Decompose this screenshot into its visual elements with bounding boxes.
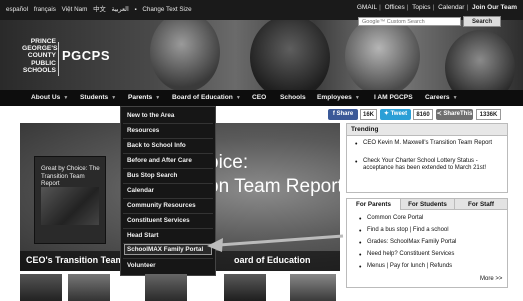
- report-cover-photo: [41, 187, 99, 225]
- calendar-link[interactable]: Calendar: [438, 4, 464, 11]
- menu-item-constituent-services[interactable]: Constituent Services: [127, 217, 190, 224]
- menu-item-volunteer[interactable]: Volunteer: [127, 262, 156, 269]
- lang-link-es[interactable]: español: [6, 6, 28, 13]
- banner-student-photo: [150, 20, 220, 90]
- trending-item[interactable]: CEO Kevin M. Maxwell's Transition Team R…: [363, 140, 505, 147]
- search-button[interactable]: Search: [463, 16, 501, 27]
- facebook-share-count: 16K: [360, 109, 377, 120]
- pgcps-logo[interactable]: PRINCE GEORGE'S COUNTY PUBLIC SCHOOLS PG…: [22, 38, 132, 83]
- bullet-icon: •: [359, 264, 362, 271]
- nav-schools[interactable]: Schools: [280, 94, 306, 101]
- nav-board-of-education[interactable]: Board of Education ▼: [172, 94, 241, 101]
- tweet-button[interactable]: ✦ Tweet: [380, 109, 411, 120]
- menu-item-calendar[interactable]: Calendar: [127, 187, 154, 194]
- trending-panel: Trending • CEO Kevin M. Maxwell's Transi…: [346, 123, 508, 193]
- menu-item-new-to-the-area[interactable]: New to the Area: [127, 112, 174, 119]
- tab-for-staff[interactable]: For Staff: [455, 199, 507, 210]
- report-cover-title: Great by Choice: The Transition Team Rep…: [41, 165, 100, 187]
- topics-link[interactable]: Topics: [412, 4, 430, 11]
- trending-header: Trending: [347, 124, 507, 136]
- menu-item-community-resources[interactable]: Community Resources: [127, 202, 196, 209]
- link-grades-schoolmax[interactable]: Grades: SchoolMax Family Portal: [367, 239, 456, 245]
- slide-thumbnail[interactable]: [20, 274, 62, 301]
- offices-link[interactable]: Offices: [385, 4, 405, 11]
- bullet-icon: •: [359, 216, 362, 223]
- bullet-icon: •: [355, 141, 358, 148]
- language-links: español français Việt Nam 中文 العربية ▪ C…: [6, 4, 196, 13]
- link-constituent-services[interactable]: Need help? Constituent Services: [367, 251, 454, 257]
- chevron-down-icon: ▼: [63, 95, 69, 101]
- nav-parents[interactable]: Parents ▼: [128, 94, 160, 101]
- lang-link-zh[interactable]: 中文: [93, 6, 106, 13]
- menu-item-before-after-care[interactable]: Before and After Care: [127, 157, 192, 164]
- gmail-link[interactable]: GMAIL: [357, 4, 377, 11]
- chevron-down-icon: ▼: [155, 95, 161, 101]
- menu-item-back-to-school-info[interactable]: Back to School Info: [127, 142, 186, 149]
- bullet-icon: •: [355, 159, 358, 166]
- menu-item-schoolmax-family-portal[interactable]: SchoolMAX Family Portal: [127, 246, 203, 253]
- bullet-icon: •: [359, 252, 362, 259]
- slide-thumbnail[interactable]: [145, 274, 187, 301]
- search-input[interactable]: Google™ Custom Search: [358, 17, 461, 26]
- hero-caption-secondary[interactable]: oard of Education: [234, 255, 311, 265]
- nav-careers[interactable]: Careers ▼: [425, 94, 458, 101]
- trending-item[interactable]: Check Your Charter School Lottery Status…: [363, 158, 505, 173]
- slide-thumbnail[interactable]: [290, 274, 336, 301]
- nav-ceo[interactable]: CEO: [252, 94, 266, 101]
- tab-for-students[interactable]: For Students: [401, 199, 455, 210]
- text-size-icon[interactable]: ▪: [134, 7, 136, 13]
- bullet-icon: •: [359, 240, 362, 247]
- sharethis-count: 1336K: [476, 109, 501, 120]
- more-link[interactable]: More >>: [480, 276, 502, 282]
- report-cover-image: Great by Choice: The Transition Team Rep…: [34, 156, 106, 244]
- chevron-down-icon: ▼: [111, 95, 117, 101]
- menu-item-resources[interactable]: Resources: [127, 127, 159, 134]
- sharethis-button[interactable]: ≺ ShareThis: [436, 109, 473, 120]
- chevron-down-icon: ▼: [452, 95, 458, 101]
- banner-student-photo: [345, 20, 420, 90]
- lang-link-fr[interactable]: français: [34, 6, 56, 13]
- hero-headline: oice: on Team Report: [208, 152, 340, 197]
- tab-for-parents[interactable]: For Parents: [347, 199, 401, 210]
- bullet-icon: •: [359, 228, 362, 235]
- menu-item-head-start[interactable]: Head Start: [127, 232, 159, 239]
- join-our-team-link[interactable]: Join Our Team: [472, 4, 517, 11]
- logo-divider: [58, 42, 59, 76]
- parents-dropdown-menu: New to the Area Resources Back to School…: [120, 106, 216, 276]
- audience-tabs-panel: For Parents For Students For Staff • Com…: [346, 198, 508, 288]
- link-menus-lunch-refunds[interactable]: Menus | Pay for lunch | Refunds: [367, 263, 452, 269]
- link-find-bus-stop-school[interactable]: Find a bus stop | Find a school: [367, 227, 449, 233]
- chevron-down-icon: ▼: [235, 95, 241, 101]
- hero-caption[interactable]: CEO's Transition Team: [26, 255, 124, 265]
- lang-link-vi[interactable]: Việt Nam: [62, 6, 88, 13]
- link-common-core-portal[interactable]: Common Core Portal: [367, 215, 423, 221]
- banner-student-photo: [445, 30, 515, 90]
- banner-student-photo: [250, 20, 330, 90]
- tweet-count: 8160: [413, 109, 433, 120]
- nav-students[interactable]: Students ▼: [80, 94, 116, 101]
- main-nav: About Us ▼ Students ▼ Parents ▼ Board of Ed…: [0, 90, 523, 106]
- nav-about-us[interactable]: About Us ▼: [31, 94, 68, 101]
- trending-title: Trending: [351, 126, 379, 133]
- chevron-down-icon: ▼: [354, 95, 360, 101]
- slide-thumbnail[interactable]: [68, 274, 110, 301]
- logo-district-name: PRINCE GEORGE'S COUNTY PUBLIC SCHOOLS: [22, 38, 58, 74]
- slide-thumbnail[interactable]: [224, 274, 266, 301]
- utility-links: GMAIL | Offices | Topics | Calendar | Join O…: [356, 4, 517, 11]
- lang-link-ar[interactable]: العربية: [112, 6, 129, 13]
- menu-item-bus-stop-search[interactable]: Bus Stop Search: [127, 172, 177, 179]
- change-text-size-link[interactable]: Change Text Size: [142, 6, 191, 13]
- nav-i-am-pgcps[interactable]: I AM PGCPS: [374, 94, 413, 101]
- twitter-bird-icon: ✦: [383, 111, 391, 117]
- facebook-share-button[interactable]: f Share: [328, 109, 358, 120]
- logo-abbreviation: PGCPS: [62, 48, 111, 63]
- nav-employees[interactable]: Employees ▼: [317, 94, 360, 101]
- banner-photo: PRINCE GEORGE'S COUNTY PUBLIC SCHOOLS PG…: [0, 20, 523, 90]
